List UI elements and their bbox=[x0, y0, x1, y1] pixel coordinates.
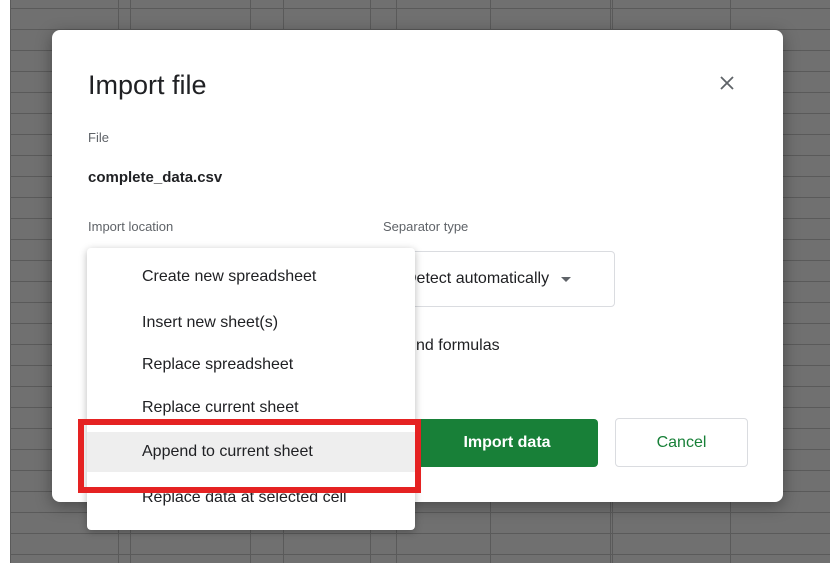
menu-item-replace-current-sheet[interactable]: Replace current sheet bbox=[87, 388, 415, 428]
menu-item-append-to-current-sheet[interactable]: Append to current sheet bbox=[87, 432, 415, 472]
cancel-button[interactable]: Cancel bbox=[615, 418, 748, 467]
import-location-menu: Create new spreadsheet Insert new sheet(… bbox=[87, 248, 415, 530]
separator-type-label: Separator type bbox=[383, 219, 469, 234]
menu-item-replace-spreadsheet[interactable]: Replace spreadsheet bbox=[87, 345, 415, 385]
separator-type-value: Detect automatically bbox=[405, 270, 550, 287]
menu-item-insert-new-sheets[interactable]: Insert new sheet(s) bbox=[87, 303, 415, 343]
close-icon bbox=[720, 76, 734, 90]
file-name: complete_data.csv bbox=[88, 169, 223, 186]
close-button[interactable] bbox=[714, 70, 740, 96]
import-location-label: Import location bbox=[88, 219, 174, 234]
dialog-title: Import file bbox=[88, 70, 207, 100]
convert-formulas-label: nd formulas bbox=[416, 337, 500, 354]
window-edge bbox=[0, 0, 10, 563]
menu-item-create-new-spreadsheet[interactable]: Create new spreadsheet bbox=[87, 257, 415, 297]
file-label: File bbox=[88, 130, 109, 145]
import-data-button[interactable]: Import data bbox=[416, 419, 598, 467]
menu-item-replace-data-at-selected-cell[interactable]: Replace data at selected cell bbox=[87, 478, 415, 518]
chevron-down-icon bbox=[561, 276, 572, 282]
